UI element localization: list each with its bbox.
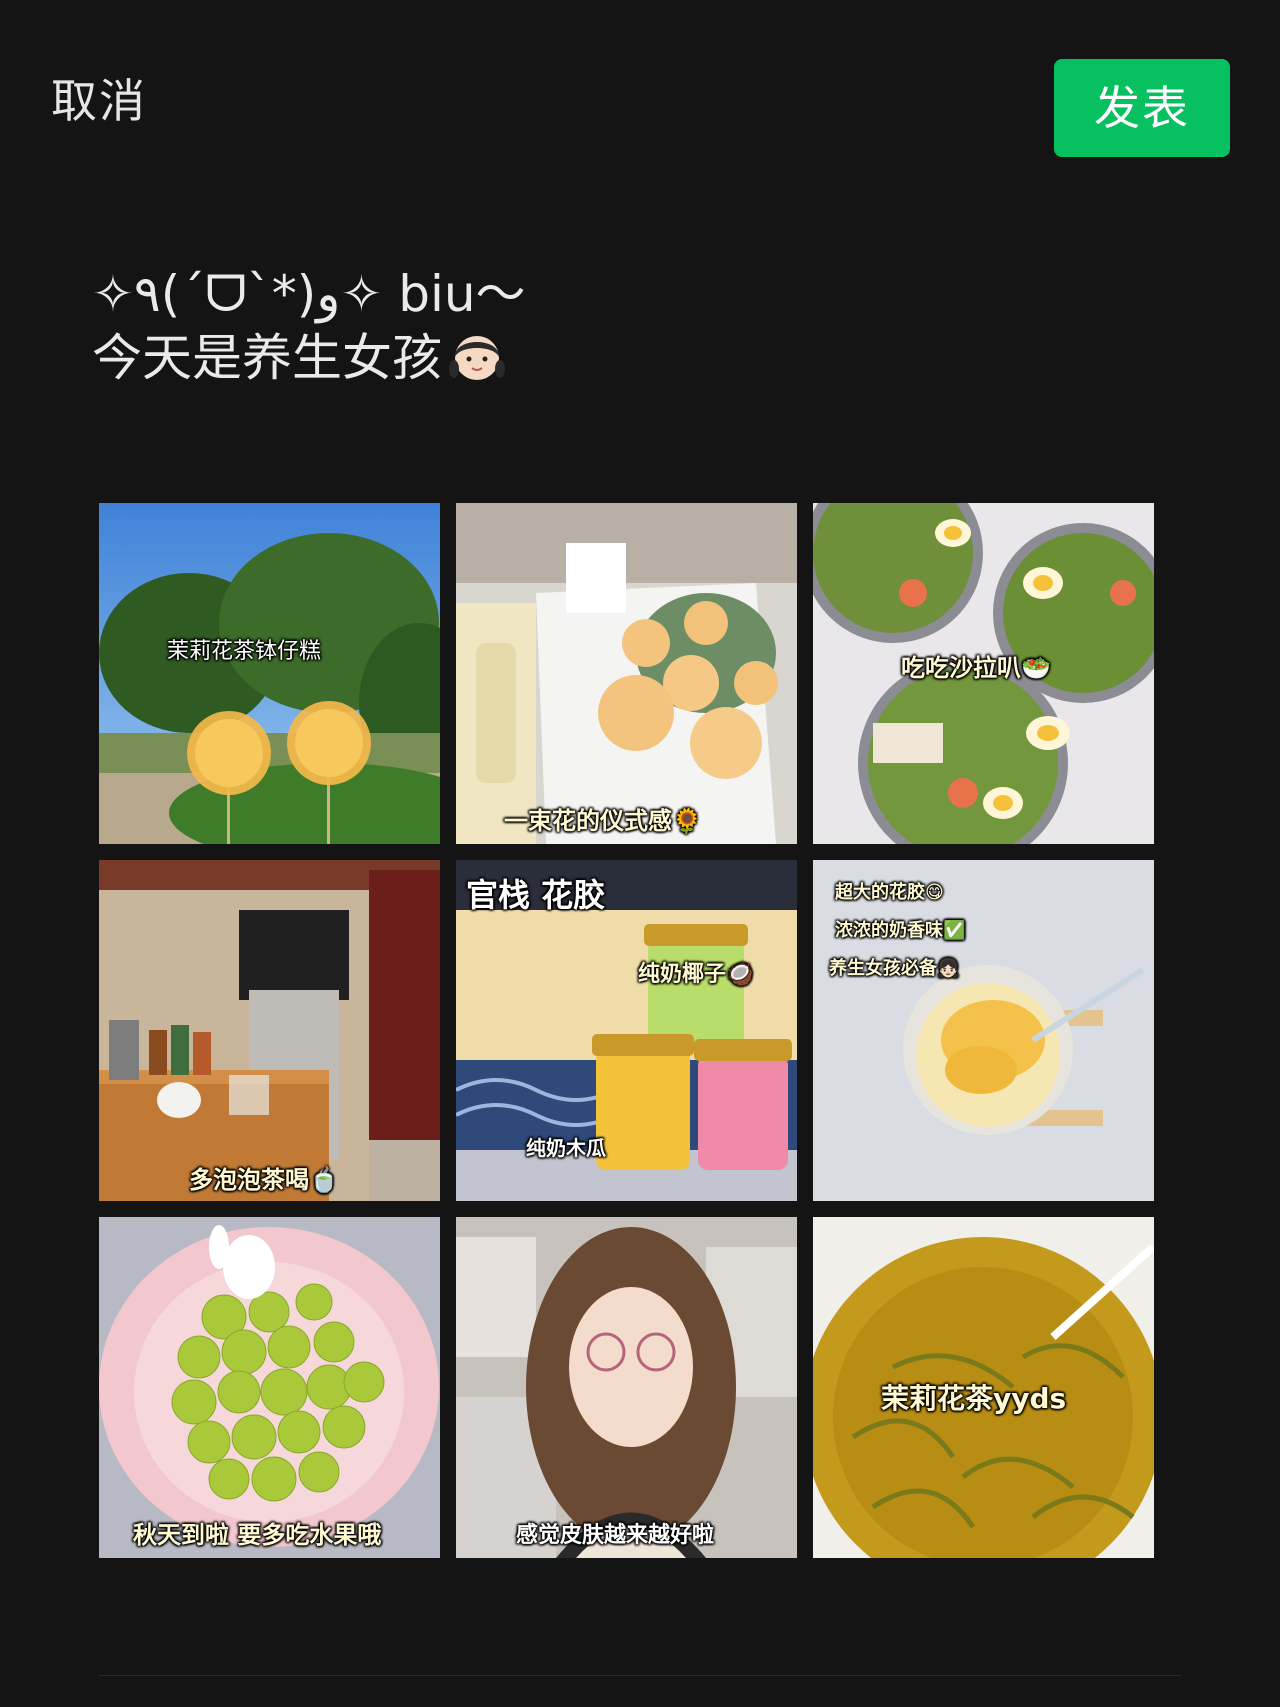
photo-fish-maw-cup-image [813, 860, 1154, 1201]
photo-caption: 官栈 花胶 [466, 876, 606, 914]
photo-caption-tertiary: 纯奶木瓜 [526, 1136, 606, 1160]
publish-button[interactable]: 发表 [1054, 59, 1230, 157]
photo-thumbnail[interactable]: 秋天到啦 要多吃水果哦 [99, 1217, 440, 1558]
photo-roses-image [456, 503, 797, 844]
photo-thumbnail[interactable]: 多泡泡茶喝🍵 [99, 860, 440, 1201]
top-bar: 取消 发表 [0, 0, 1280, 200]
photo-thumbnail[interactable]: 一束花的仪式感🌻 [456, 503, 797, 844]
photo-caption: 吃吃沙拉叭🥗 [901, 654, 1051, 682]
photo-caption: 感觉皮肤越来越好啦 [516, 1523, 715, 1548]
photo-caption: 茉莉花茶钵仔糕 [167, 639, 322, 664]
post-text-input[interactable]: ✧٩(ˊᗜˋ*)و✧ biu～ 今天是养生女孩 [92, 262, 1192, 390]
photo-thumbnail[interactable]: 茉莉花茶yyds [813, 1217, 1154, 1558]
divider [99, 1675, 1181, 1676]
post-text-line-2: 今天是养生女孩 [92, 326, 1192, 390]
photo-thumbnail[interactable]: 超大的花胶😋 浓浓的奶香味✅ 养生女孩必备👧🏻 [813, 860, 1154, 1201]
photo-thumbnail[interactable]: 茉莉花茶钵仔糕 [99, 503, 440, 844]
photo-tea-station-image [99, 860, 440, 1201]
photo-caption-secondary: 浓浓的奶香味✅ [835, 920, 966, 941]
photo-grid: 茉莉花茶钵仔糕 一束花的仪式感🌻 吃吃沙拉叭🥗 多泡泡茶喝🍵 官栈 花胶 纯奶椰… [99, 503, 1155, 1558]
photo-jasmine-cakes-image [99, 503, 440, 844]
photo-caption: 一束花的仪式感🌻 [504, 807, 702, 835]
photo-caption: 超大的花胶😋 [835, 882, 944, 903]
photo-selfie-image [456, 1217, 797, 1558]
photo-caption: 多泡泡茶喝🍵 [189, 1166, 339, 1194]
post-text-line-2-text: 今天是养生女孩 [92, 329, 442, 387]
photo-caption: 茉莉花茶yyds [881, 1382, 1067, 1415]
photo-caption: 秋天到啦 要多吃水果哦 [133, 1521, 382, 1549]
photo-thumbnail[interactable]: 感觉皮肤越来越好啦 [456, 1217, 797, 1558]
photo-grapes-image [99, 1217, 440, 1558]
photo-caption-secondary: 纯奶椰子🥥 [638, 962, 754, 987]
photo-caption-tertiary: 养生女孩必备👧🏻 [829, 958, 960, 979]
photo-thumbnail[interactable]: 官栈 花胶 纯奶椰子🥥 纯奶木瓜 [456, 860, 797, 1201]
post-text-line-1: ✧٩(ˊᗜˋ*)و✧ biu～ [92, 265, 526, 323]
photo-thumbnail[interactable]: 吃吃沙拉叭🥗 [813, 503, 1154, 844]
cancel-button[interactable]: 取消 [51, 78, 147, 124]
girl-face-emoji-icon [449, 336, 505, 380]
